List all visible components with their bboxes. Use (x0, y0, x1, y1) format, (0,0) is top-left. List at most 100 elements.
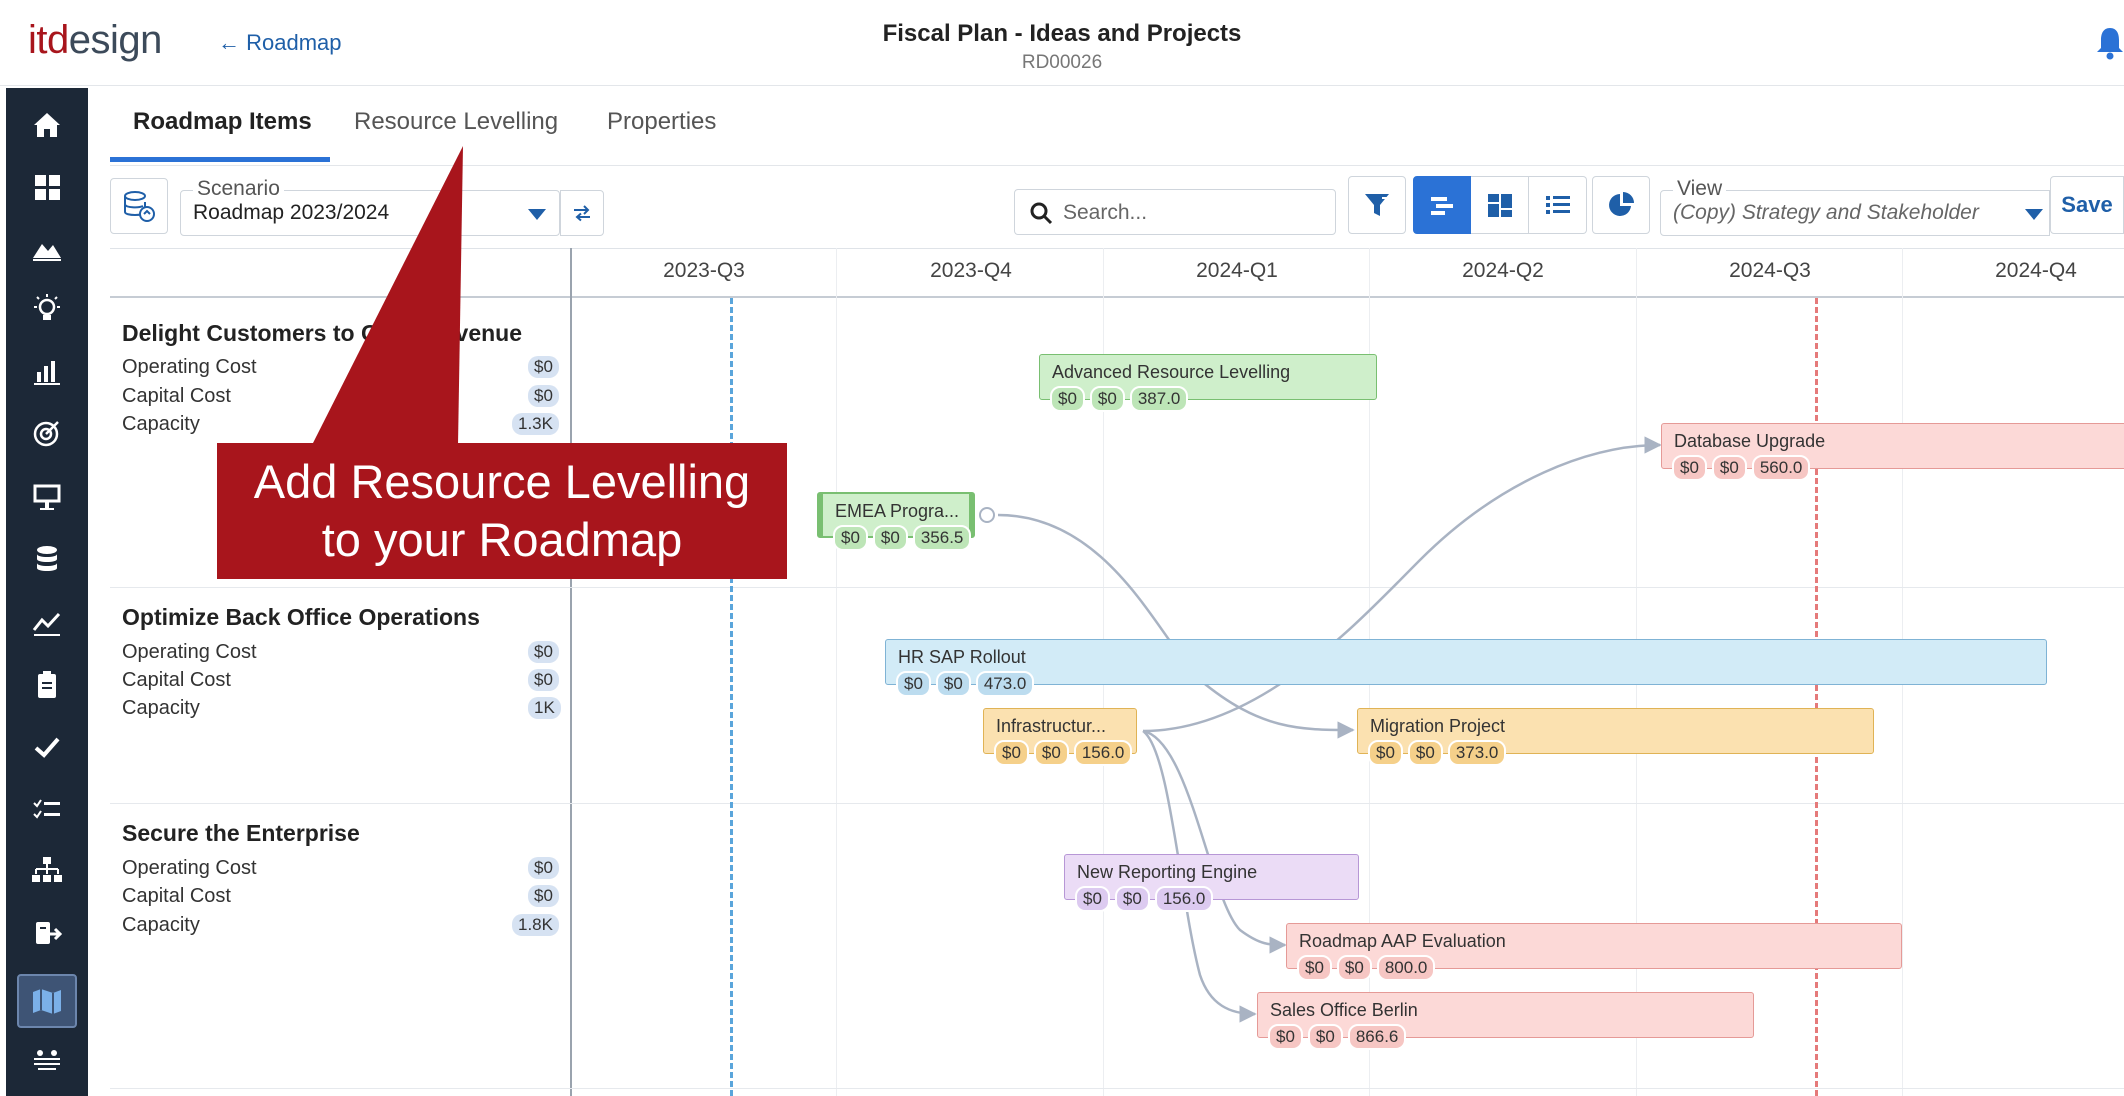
tab-resource-levelling[interactable]: Resource Levelling (354, 108, 558, 136)
scenario-dropdown-caret-icon (528, 209, 546, 220)
scenario-compare-button[interactable] (560, 190, 604, 236)
roadmap-icon[interactable] (17, 974, 77, 1028)
active-tab-indicator (110, 157, 330, 162)
item-name: New Reporting Engine (1077, 862, 1258, 882)
roadmap-item-bar[interactable]: Migration Project $0 $0 373.0 (1357, 708, 1874, 766)
list-view-button[interactable] (1529, 176, 1587, 234)
team-icon[interactable] (17, 1034, 77, 1088)
operating-cost-chip: $0 (1075, 886, 1110, 912)
checklist-icon[interactable] (17, 782, 77, 836)
capital-cost-chip: $0 (1089, 386, 1125, 412)
scenario-select[interactable]: Scenario Roadmap 2023/2024 (180, 177, 560, 236)
quarter-label: 2024-Q1 (1196, 259, 1278, 282)
scenario-refresh-button[interactable] (110, 178, 168, 234)
filter-button[interactable] (1348, 176, 1406, 234)
roadmap-item-bar[interactable]: Database Upgrade $0 $0 560.0 (1661, 423, 2124, 481)
view-select[interactable]: View (Copy) Strategy and Stakeholder (1660, 177, 2050, 236)
capacity-chip: 866.6 (1347, 1024, 1407, 1050)
metric-label: Capacity (122, 413, 200, 435)
search-box (1014, 189, 1336, 235)
roadmap-item-bar[interactable]: Roadmap AAP Evaluation $0 $0 800.0 (1286, 923, 1902, 981)
deadline-marker (1815, 298, 1818, 1096)
clipboard-icon[interactable] (17, 658, 77, 712)
tab-roadmap-items[interactable]: Roadmap Items (133, 108, 312, 136)
capital-cost-chip: $0 (1114, 886, 1150, 912)
capacity-chip: 800.0 (1376, 955, 1436, 981)
dependency-line (997, 513, 1355, 739)
scenario-label: Scenario (193, 177, 284, 201)
presentation-icon[interactable] (17, 470, 77, 524)
timeline-header: 2023-Q3 2023-Q4 2024-Q1 2024-Q2 2024-Q3 … (110, 248, 2124, 298)
item-name: Sales Office Berlin (1270, 1000, 1418, 1020)
view-value: (Copy) Strategy and Stakeholder (1673, 201, 1979, 224)
capacity-chip: 156.0 (1154, 886, 1214, 912)
check-icon[interactable] (17, 720, 77, 774)
group-title[interactable]: Secure the Enterprise (122, 820, 360, 847)
group-separator (110, 803, 2124, 804)
capital-cost-chip: $0 (872, 525, 908, 551)
capital-cost-chip: $0 (1407, 740, 1443, 766)
gantt-icon (1431, 197, 1453, 215)
item-name: Advanced Resource Levelling (1052, 362, 1291, 382)
save-view-button[interactable]: Save (2050, 176, 2124, 234)
item-name: Infrastructur... (996, 716, 1107, 736)
quarter-label: 2024-Q2 (1462, 259, 1544, 282)
capital-cost-chip: $0 (1336, 955, 1372, 981)
roadmap-item-bar[interactable]: EMEA Progra... $0 $0 356.5 (817, 492, 975, 551)
dependency-line (1142, 436, 1662, 733)
transfer-icon[interactable] (17, 906, 77, 960)
operating-cost-chip: $0 (1297, 955, 1332, 981)
group-title[interactable]: Optimize Back Office Operations (122, 604, 480, 631)
metric-label: Capacity (122, 697, 200, 719)
promo-line-2: to your Roadmap (321, 513, 683, 566)
capital-cost-chip: $0 (1033, 740, 1069, 766)
roadmap-item-bar[interactable]: Infrastructur... $0 $0 156.0 (983, 708, 1137, 766)
today-marker (730, 298, 733, 1096)
search-icon (1030, 202, 1053, 225)
notification-bell-icon[interactable] (2096, 26, 2124, 60)
board-view-button[interactable] (1471, 176, 1529, 234)
target-icon[interactable] (17, 406, 77, 460)
top-bar: itdesign ← Roadmap Fiscal Plan - Ideas a… (0, 0, 2124, 86)
roadmap-item-bar[interactable]: Advanced Resource Levelling $0 $0 387.0 (1039, 354, 1377, 412)
operating-cost-chip: $0 (1050, 386, 1085, 412)
metric-label: Operating Cost (122, 641, 257, 663)
quarter-label: 2023-Q4 (930, 259, 1012, 282)
quarter-label: 2023-Q3 (663, 259, 745, 282)
item-name: Migration Project (1370, 716, 1506, 736)
chart-view-button[interactable] (1592, 176, 1650, 234)
tab-properties[interactable]: Properties (607, 108, 716, 136)
roadmap-item-bar[interactable]: New Reporting Engine $0 $0 156.0 (1064, 854, 1359, 912)
database-icon[interactable] (17, 532, 77, 586)
metric-value: 1.3K (512, 413, 559, 435)
landscape-icon[interactable] (17, 220, 77, 274)
roadmap-item-bar[interactable]: Sales Office Berlin $0 $0 866.6 (1257, 992, 1754, 1050)
metric-value: 1.8K (512, 914, 559, 936)
capacity-chip: 387.0 (1129, 386, 1189, 412)
item-name: EMEA Progra... (835, 501, 960, 521)
search-input[interactable] (1063, 198, 1323, 228)
gantt-view-button[interactable] (1413, 176, 1471, 234)
item-name: Roadmap AAP Evaluation (1299, 931, 1506, 951)
back-to-roadmap-link[interactable]: ← Roadmap (218, 30, 342, 56)
group-title[interactable]: Delight Customers to Grow Revenue (122, 320, 522, 347)
roadmap-item-bar[interactable]: HR SAP Rollout $0 $0 473.0 (885, 639, 2047, 697)
trend-icon[interactable] (17, 596, 77, 650)
connector-handle (979, 507, 995, 523)
logo[interactable]: itdesign (28, 18, 162, 63)
promo-line-1: Add Resource Levelling (253, 455, 751, 508)
home-icon[interactable] (17, 98, 77, 152)
item-name: HR SAP Rollout (898, 647, 1026, 667)
idea-icon[interactable] (17, 282, 77, 336)
operating-cost-chip: $0 (1368, 740, 1403, 766)
filter-icon (1365, 194, 1389, 216)
metric-value: $0 (528, 356, 559, 378)
label-column-divider[interactable] (570, 248, 572, 1096)
hierarchy-icon[interactable] (17, 844, 77, 898)
operating-cost-chip: $0 (1268, 1024, 1303, 1050)
metric-value: $0 (528, 385, 559, 407)
metric-label: Capital Cost (122, 385, 231, 407)
chart-icon[interactable] (17, 344, 77, 398)
dashboard-icon[interactable] (17, 160, 77, 214)
promo-callout: Add Resource Levelling to your Roadmap (218, 443, 786, 578)
